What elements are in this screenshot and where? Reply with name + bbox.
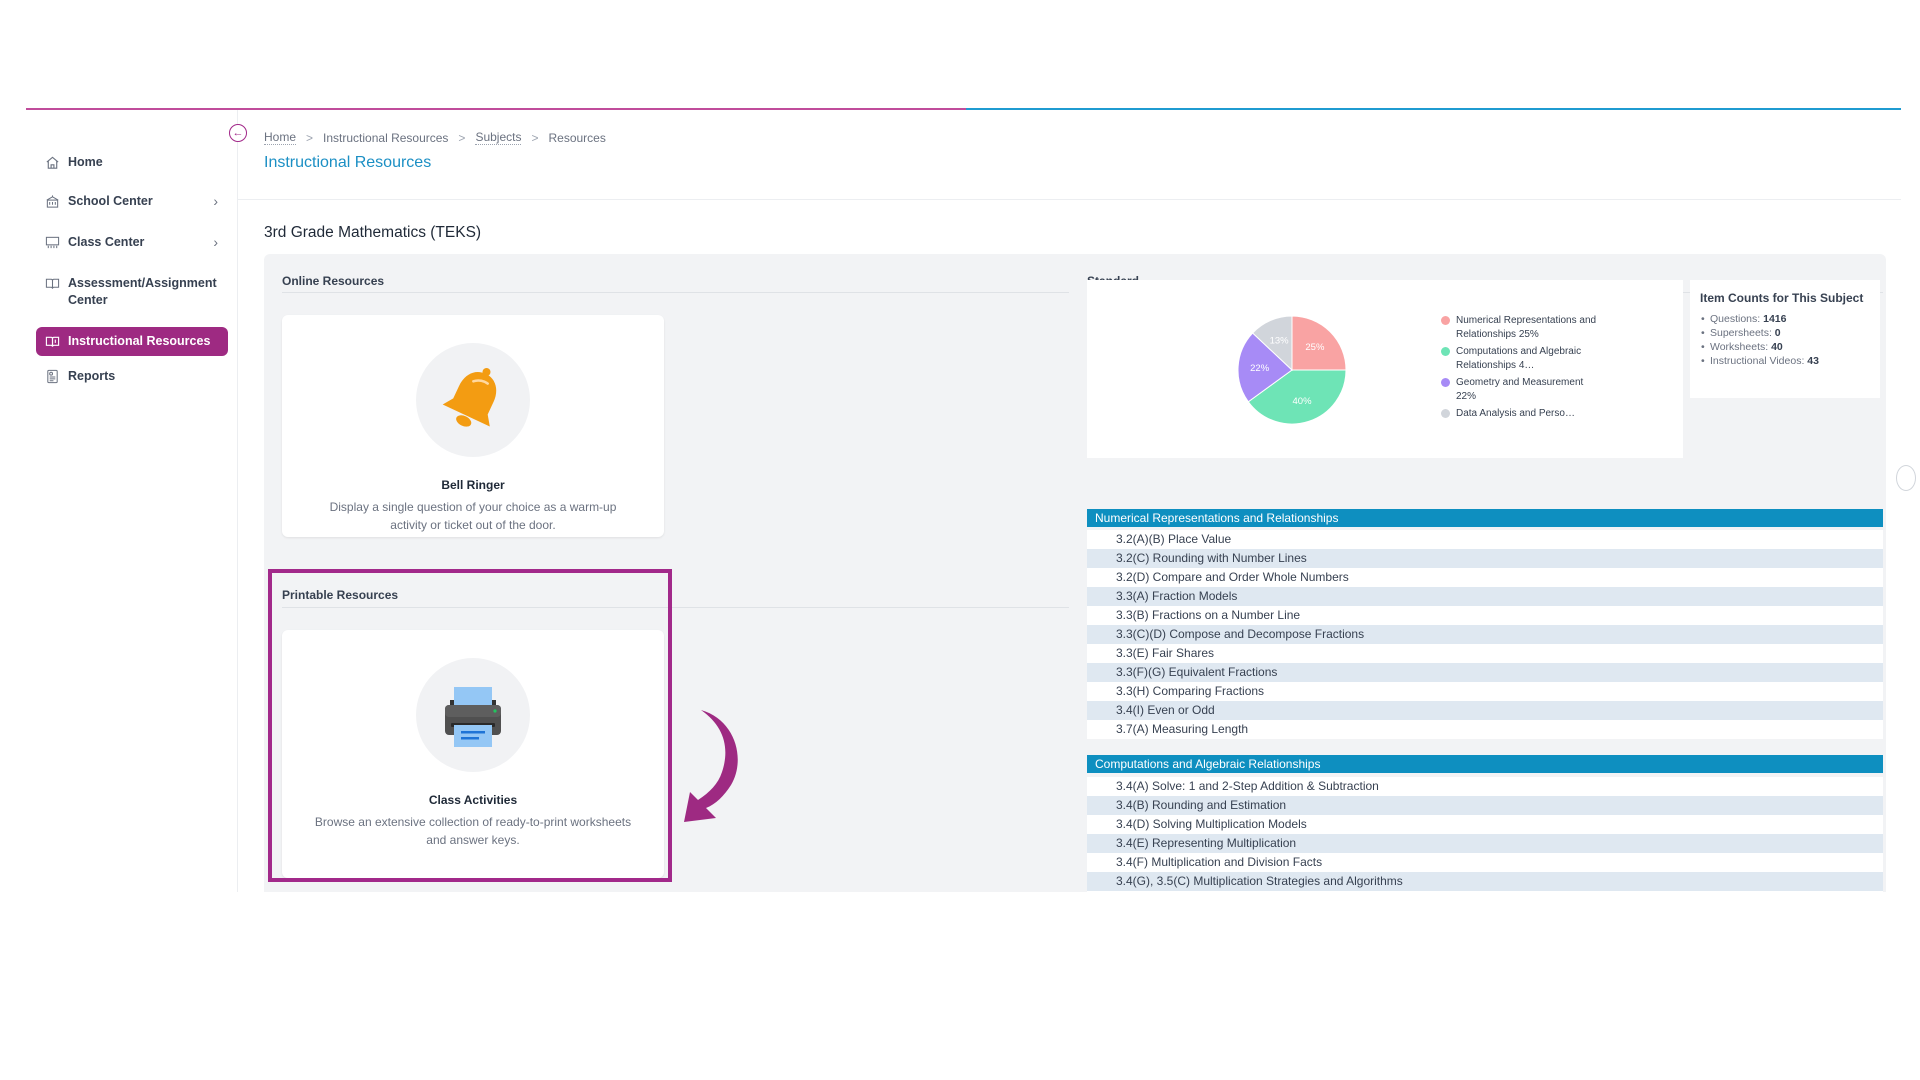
standard-group-list: 3.4(A) Solve: 1 and 2-Step Addition & Su… — [1087, 777, 1883, 892]
card-title: Bell Ringer — [441, 478, 505, 492]
sidebar-item-label: Home — [68, 155, 103, 169]
sidebar-item-label: Assessment/Assignment Center — [68, 276, 217, 307]
book-icon — [44, 333, 60, 349]
curved-arrow-icon — [684, 710, 738, 822]
legend-label: Data Analysis and Perso… — [1456, 408, 1575, 419]
standard-item[interactable]: 3.4(A) Solve: 1 and 2-Step Addition & Su… — [1087, 777, 1883, 796]
card-title: Class Activities — [428, 793, 518, 807]
home-icon — [44, 154, 60, 170]
standard-item[interactable]: 3.4(I) Even or Odd — [1087, 701, 1883, 720]
breadcrumb-home[interactable]: Home — [264, 130, 297, 145]
bell-icon — [442, 367, 497, 427]
breadcrumb-separator: > — [458, 130, 466, 145]
card-description: Display a single question of your choice… — [329, 500, 617, 532]
report-document-icon — [44, 368, 60, 384]
pie-data-label: 40% — [1293, 396, 1313, 407]
sidebar-item-home[interactable]: Home — [36, 148, 228, 177]
standard-item[interactable]: 3.3(B) Fractions on a Number Line — [1087, 606, 1883, 625]
item-counts-title: Item Counts for This Subject — [1700, 291, 1864, 305]
icon-circle — [416, 343, 530, 457]
page-header: Home > Instructional Resources > Subject… — [238, 110, 1901, 200]
legend-label: Computations and Algebraic Relationships… — [1456, 346, 1582, 371]
sidebar-item-label: Class Center — [68, 235, 145, 249]
standard-item[interactable]: 3.4(D) Solving Multiplication Models — [1087, 815, 1883, 834]
chevron-right-icon: › — [213, 234, 218, 250]
icon-circle — [416, 658, 530, 772]
standard-group-list: 3.2(A)(B) Place Value 3.2(C) Rounding wit… — [1087, 530, 1883, 739]
legend-item[interactable]: Numerical Representations and Relationsh… — [1441, 314, 1601, 342]
standard-chart-card: 25% 40% 22% 13% Numerical Representations a… — [1087, 280, 1683, 458]
class-activities-card[interactable]: Class Activities Browse an extensive col… — [282, 630, 664, 878]
sidebar-item-label: Reports — [68, 369, 116, 383]
standard-item[interactable]: 3.4(E) Representing Multiplication — [1087, 834, 1883, 853]
item-counts-card: Item Counts for This Subject Questions: … — [1690, 280, 1880, 398]
sidebar-item-reports[interactable]: Reports — [36, 362, 228, 391]
standard-item[interactable]: 3.3(A) Fraction Models — [1087, 587, 1883, 606]
standard-group-header[interactable]: Numerical Representations and Relationsh… — [1087, 509, 1883, 527]
section-divider — [282, 607, 1069, 608]
standard-item[interactable]: 3.3(E) Fair Shares — [1087, 644, 1883, 663]
standard-item[interactable]: 3.2(A)(B) Place Value — [1087, 530, 1883, 549]
legend-item[interactable]: Data Analysis and Perso… — [1441, 407, 1601, 421]
pie-data-label: 13% — [1270, 335, 1290, 346]
breadcrumb-resources: Resources — [548, 130, 606, 145]
standard-item[interactable]: 3.3(C)(D) Compose and Decompose Fraction… — [1087, 625, 1883, 644]
sidebar: ← Home School Center › Class Center › As… — [26, 110, 247, 892]
sidebar-nav: Home School Center › Class Center › Asse… — [36, 148, 228, 391]
sidebar-item-instructional-resources[interactable]: Instructional Resources — [36, 327, 228, 356]
legend-dot — [1441, 378, 1450, 387]
arrow-left-circle-icon: ← — [232, 126, 244, 139]
sidebar-item-assessment-center[interactable]: Assessment/Assignment Center — [36, 269, 228, 315]
standard-group-header[interactable]: Computations and Algebraic Relationships — [1087, 755, 1883, 773]
legend-label: Geometry and Measurement 22% — [1456, 377, 1584, 402]
breadcrumb-subjects[interactable]: Subjects — [475, 130, 522, 145]
chart-legend: Numerical Representations and Relationsh… — [1441, 314, 1601, 424]
sidebar-item-class-center[interactable]: Class Center › — [36, 228, 228, 257]
standard-item[interactable]: 3.4(H) Solving Division Models — [1087, 891, 1883, 892]
count-instructional-videos: Instructional Videos: 43 — [1700, 354, 1870, 368]
breadcrumb-separator: > — [306, 130, 314, 145]
standard-item[interactable]: 3.2(D) Compare and Order Whole Numbers — [1087, 568, 1883, 587]
section-divider — [282, 292, 1069, 293]
standard-item[interactable]: 3.3(F)(G) Equivalent Fractions — [1087, 663, 1883, 682]
legend-dot — [1441, 347, 1450, 356]
standard-item[interactable]: 3.4(G), 3.5(C) Multiplication Strategies… — [1087, 872, 1883, 891]
breadcrumb-instructional-resources[interactable]: Instructional Resources — [323, 131, 448, 145]
legend-label: Numerical Representations and Relationsh… — [1456, 315, 1597, 340]
standard-item[interactable]: 3.7(A) Measuring Length — [1087, 720, 1883, 739]
breadcrumb-separator: > — [531, 130, 539, 145]
page-title: Instructional Resources — [264, 154, 432, 171]
sidebar-item-label: School Center — [68, 194, 153, 208]
printer-icon — [445, 687, 501, 747]
pie-data-label: 25% — [1305, 342, 1325, 353]
sidebar-item-school-center[interactable]: School Center › — [36, 187, 228, 216]
legend-dot — [1441, 409, 1450, 418]
open-book-icon — [44, 275, 60, 291]
printable-resources-title: Printable Resources — [282, 588, 399, 602]
sidebar-item-label: Instructional Resources — [68, 334, 211, 348]
count-supersheets: Supersheets: 0 — [1700, 326, 1870, 340]
count-worksheets: Worksheets: 40 — [1700, 340, 1870, 354]
chevron-right-icon: › — [213, 193, 218, 209]
subject-title: 3rd Grade Mathematics (TEKS) — [264, 224, 482, 241]
collapse-sidebar-button[interactable]: ← — [229, 124, 247, 142]
online-resources-title: Online Resources — [282, 274, 385, 288]
breadcrumb: Home > Instructional Resources > Subject… — [264, 130, 606, 145]
school-building-icon — [44, 193, 60, 209]
legend-dot — [1441, 316, 1450, 325]
count-questions: Questions: 1416 — [1700, 312, 1870, 326]
item-counts-list: Questions: 1416 Supersheets: 0 Worksheet… — [1700, 312, 1870, 368]
legend-item[interactable]: Geometry and Measurement 22% — [1441, 376, 1601, 404]
legend-item[interactable]: Computations and Algebraic Relationships… — [1441, 345, 1601, 373]
standard-item[interactable]: 3.2(C) Rounding with Number Lines — [1087, 549, 1883, 568]
pie-data-label: 22% — [1250, 363, 1270, 374]
card-description: Browse an extensive collection of ready-… — [314, 815, 632, 847]
app-window: ← Home School Center › Class Center › As… — [26, 110, 1901, 892]
bell-ringer-card[interactable]: Bell Ringer Display a single question of… — [282, 315, 664, 537]
classroom-icon — [44, 234, 60, 250]
standard-item[interactable]: 3.4(B) Rounding and Estimation — [1087, 796, 1883, 815]
standard-item[interactable]: 3.4(F) Multiplication and Division Facts — [1087, 853, 1883, 872]
scroll-handle[interactable] — [1896, 465, 1916, 491]
standard-item[interactable]: 3.3(H) Comparing Fractions — [1087, 682, 1883, 701]
